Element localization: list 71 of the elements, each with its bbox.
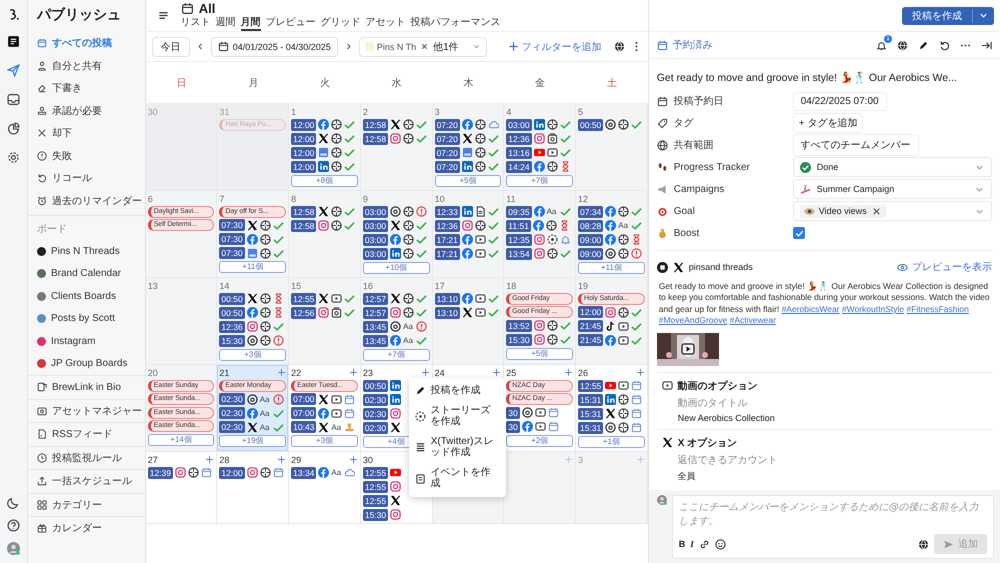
day-number: 25 <box>506 368 516 378</box>
post-title: Get ready to move and groove in style! 💃🕺 Our Aerobics We... <box>656 71 958 84</box>
weekday-label: 水 <box>392 76 402 90</box>
day-number: 20 <box>148 368 158 378</box>
day-number: 1 <box>291 106 296 116</box>
weekday-label: 土 <box>606 76 617 90</box>
day-number: 18 <box>506 280 516 290</box>
option-value: New Aerobics Collection <box>676 412 776 423</box>
day-number: 2 <box>362 106 368 116</box>
weekday-label: 日 <box>176 76 187 90</box>
post-status: 予約済み <box>656 38 713 52</box>
text-format-label: Aa <box>403 336 414 346</box>
field-label: 投稿予約日 <box>656 94 793 108</box>
option-value: 全員 <box>676 470 697 483</box>
day-number: 29 <box>291 454 302 464</box>
day-number: 13 <box>148 280 158 290</box>
day-number: 19 <box>578 280 588 290</box>
day-number: 30 <box>362 454 373 464</box>
filter-count: 他1件 <box>433 40 460 54</box>
day-number: 31 <box>219 106 230 116</box>
page-title: All <box>198 0 216 16</box>
day-number: 11 <box>506 194 516 204</box>
day-number: 7 <box>219 194 224 204</box>
day-number: 15 <box>291 280 302 290</box>
text-format-label: Aa <box>331 468 342 478</box>
day-number: 10 <box>434 194 445 204</box>
filter-chip: Pins N Th <box>364 42 416 52</box>
field-label: Boost <box>656 228 793 238</box>
post-body-text: Get ready to move and groove in style! 💃🕺 Our Aerobics Wear Collection is designed to keep you comfortable and fashionable during your workout sessions. Watch the video and gear up for fitness with flair! #AerobicsWear #WorkoutInStyle #FitnessFashion #MoveAndGroove #Activewear <box>658 281 990 327</box>
day-number: 14 <box>219 280 230 290</box>
section-title: パブリッシュ <box>36 6 122 24</box>
text-format-label: Aa <box>260 422 270 432</box>
day-number: 26 <box>578 368 588 378</box>
day-number: 23 <box>362 368 373 378</box>
day-number: 17 <box>434 280 445 290</box>
text-format-label: Aa <box>331 422 342 432</box>
day-number: 3 <box>578 454 584 464</box>
weekday-label: 木 <box>463 76 474 90</box>
day-number: 12 <box>578 194 588 204</box>
day-number: 16 <box>362 280 373 290</box>
weekday-label: 月 <box>248 76 258 90</box>
option-label: 返信できるアカウント <box>676 454 779 467</box>
day-number: 9 <box>362 194 368 204</box>
field-label: タグ <box>656 116 793 130</box>
text-format-label: Aa <box>618 221 630 230</box>
account-name: pinsand threads <box>688 262 754 272</box>
day-number: 28 <box>219 454 230 464</box>
day-number: 27 <box>148 454 158 464</box>
day-number: 21 <box>219 368 230 378</box>
field-label: Campaigns <box>656 184 793 194</box>
day-number: 24 <box>434 368 445 378</box>
day-number: 22 <box>291 368 302 378</box>
day-number: 5 <box>578 106 584 116</box>
option-label: 動画のタイトル <box>676 396 749 410</box>
field-label: Progress Tracker <box>656 162 793 172</box>
text-format-label: Aa <box>260 394 270 404</box>
day-number: 4 <box>506 106 512 116</box>
day-number: 6 <box>148 194 153 204</box>
text-format-label: Aa <box>546 207 558 216</box>
weekday-label: 金 <box>535 76 546 90</box>
field-label: 共有範囲 <box>656 138 793 152</box>
day-number: 3 <box>434 106 440 116</box>
section-heading: ボード <box>36 223 68 237</box>
field-label: Goal <box>656 206 793 216</box>
section-title: X オプション <box>662 436 988 450</box>
text-format-label: Aa <box>403 322 414 332</box>
day-number: 8 <box>291 194 296 204</box>
weekday-label: 火 <box>320 76 330 90</box>
text-format-label: Aa <box>260 408 270 418</box>
section-title: 動画のオプション <box>662 378 988 393</box>
day-number: 30 <box>148 106 158 116</box>
